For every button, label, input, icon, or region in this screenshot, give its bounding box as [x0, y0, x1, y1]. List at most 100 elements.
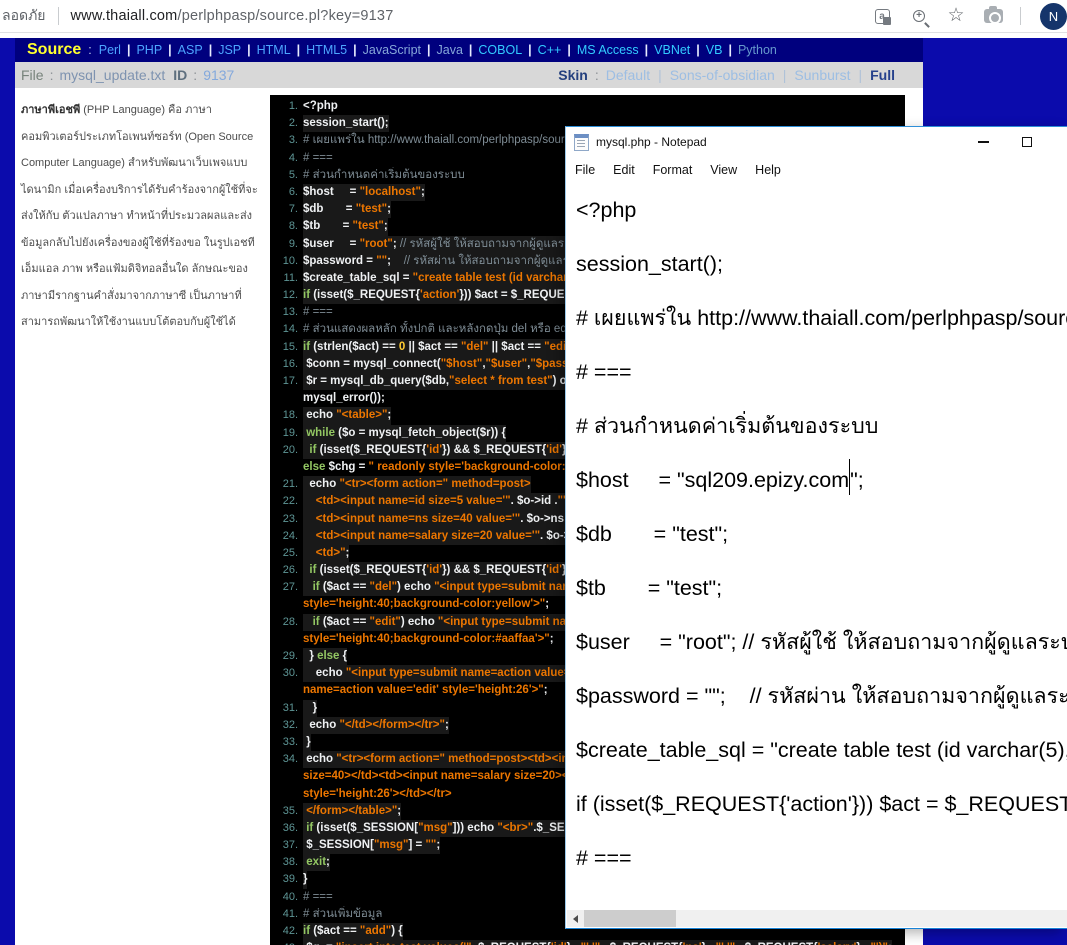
line-number: 29.: [274, 648, 298, 665]
menu-file[interactable]: File: [566, 163, 604, 177]
id-label: ID: [173, 67, 187, 83]
separator: |: [469, 43, 473, 57]
camera-icon[interactable]: [983, 6, 1003, 26]
language-link-javascript[interactable]: JavaScript: [363, 43, 421, 57]
toolbar-divider: [1020, 7, 1021, 25]
scrollbar-thumb[interactable]: [584, 910, 676, 927]
maximize-button[interactable]: [1005, 127, 1049, 157]
language-link-python[interactable]: Python: [738, 43, 777, 57]
language-links: Perl|PHP|ASP|JSP|HTML|HTML5|JavaScript|J…: [99, 43, 777, 57]
line-number: 42.: [274, 923, 298, 940]
colon: :: [88, 43, 91, 57]
separator: |: [696, 43, 700, 57]
file-info-bar: File : mysql_update.txt ID : 9137 Skin :…: [15, 62, 923, 88]
colon: :: [193, 67, 197, 83]
separator: |: [567, 43, 571, 57]
language-link-html[interactable]: HTML: [257, 43, 291, 57]
notepad-line: <?php: [576, 183, 1067, 237]
line-number: 31.: [274, 700, 298, 717]
menu-edit[interactable]: Edit: [604, 163, 644, 177]
language-link-perl[interactable]: Perl: [99, 43, 121, 57]
language-link-c-[interactable]: C++: [538, 43, 562, 57]
separator: |: [427, 43, 431, 57]
line-number: 1.: [274, 98, 298, 115]
line-number: 40.: [274, 889, 298, 906]
language-link-html5[interactable]: HTML5: [306, 43, 347, 57]
minimize-icon: [978, 141, 989, 143]
line-number: 15.: [274, 339, 298, 356]
notepad-line: $create_table_sql = "create table test (…: [576, 723, 1067, 777]
notepad-text[interactable]: <?phpsession_start();# เผยแพร่ใน http://…: [567, 183, 1067, 909]
line-number: 5.: [274, 167, 298, 184]
language-link-php[interactable]: PHP: [136, 43, 162, 57]
line-number: 30.: [274, 665, 298, 682]
skin-link-sunburst[interactable]: Sunburst: [794, 67, 850, 83]
skin-link-full[interactable]: Full: [870, 67, 895, 83]
minimize-button[interactable]: [961, 127, 1005, 157]
notepad-line: # ===: [576, 831, 1067, 885]
skin-link-sons-of-obsidian[interactable]: Sons-of-obsidian: [670, 67, 775, 83]
line-number: 13.: [274, 304, 298, 321]
line-number: 2.: [274, 115, 298, 132]
language-link-java[interactable]: Java: [437, 43, 463, 57]
colon: :: [595, 67, 599, 83]
line-number: 11.: [274, 270, 298, 287]
separator: |: [528, 43, 532, 57]
notepad-line: $tb = "test";: [576, 561, 1067, 615]
menu-format[interactable]: Format: [644, 163, 702, 177]
source-header-bar: Source : Perl|PHP|ASP|JSP|HTML|HTML5|Jav…: [15, 38, 923, 62]
maximize-icon: [1022, 137, 1032, 147]
code-line: 1.<?php: [274, 98, 905, 115]
sidebar-description: ภาษาพีเอชพี (PHP Language) คือ ภาษาคอมพิ…: [15, 92, 270, 336]
line-number: 27.: [274, 579, 298, 596]
line-number: 20.: [274, 442, 298, 459]
notepad-line: session_start();: [576, 237, 1067, 291]
scroll-left-arrow-icon[interactable]: [567, 910, 584, 927]
notepad-line: $host = "sql209.epizy.com";: [576, 453, 1067, 507]
line-number: 21.: [274, 476, 298, 493]
line-number: 43.: [274, 940, 298, 945]
notepad-line: # ===: [576, 345, 1067, 399]
skin-label: Skin: [558, 67, 588, 83]
menu-view[interactable]: View: [701, 163, 746, 177]
menu-help[interactable]: Help: [746, 163, 790, 177]
security-chip-label[interactable]: ลอดภัย: [2, 5, 46, 27]
line-number: 41.: [274, 906, 298, 923]
address-bar[interactable]: www.thaiall.com/perlphpasp/source.pl?key…: [71, 8, 394, 24]
omnibox-divider: [58, 7, 59, 25]
notepad-line: if (isset($_REQUEST{'action'})) $act = $…: [576, 777, 1067, 831]
notepad-titlebar[interactable]: mysql.php - Notepad: [566, 127, 1067, 157]
url-host: www.thaiall.com: [71, 8, 178, 24]
line-number: 3.: [274, 132, 298, 149]
separator: |: [658, 67, 662, 83]
line-number: 14.: [274, 321, 298, 338]
language-link-asp[interactable]: ASP: [178, 43, 203, 57]
language-link-vbnet[interactable]: VBNet: [654, 43, 690, 57]
notepad-window: mysql.php - Notepad FileEditFormatViewHe…: [565, 126, 1067, 929]
line-number: 33.: [274, 734, 298, 751]
line-number: 8.: [274, 218, 298, 235]
line-number: 32.: [274, 717, 298, 734]
notepad-icon: [574, 134, 589, 151]
line-number: 18.: [274, 407, 298, 424]
line-number: 36.: [274, 820, 298, 837]
language-link-jsp[interactable]: JSP: [218, 43, 241, 57]
skin-link-default[interactable]: Default: [606, 67, 650, 83]
line-number: 6.: [274, 184, 298, 201]
bookmark-star-icon[interactable]: ☆: [946, 6, 966, 26]
language-link-cobol[interactable]: COBOL: [478, 43, 522, 57]
profile-avatar[interactable]: N: [1040, 3, 1067, 30]
line-number: 10.: [274, 253, 298, 270]
line-number: 37.: [274, 837, 298, 854]
line-number: 16.: [274, 356, 298, 373]
language-link-vb[interactable]: VB: [706, 43, 723, 57]
line-number: 38.: [274, 854, 298, 871]
notepad-hscrollbar[interactable]: [567, 910, 1067, 927]
notepad-menubar: FileEditFormatViewHelp: [566, 157, 1067, 182]
zoom-icon[interactable]: +: [909, 6, 929, 26]
translate-icon[interactable]: a: [872, 6, 892, 26]
language-link-ms-access[interactable]: MS Access: [577, 43, 639, 57]
toolbar-rule: [0, 32, 1067, 33]
notepad-line: $password = ""; // รหัสผ่าน ให้สอบถามจาก…: [576, 669, 1067, 723]
notepad-line: $db = "test";: [576, 507, 1067, 561]
